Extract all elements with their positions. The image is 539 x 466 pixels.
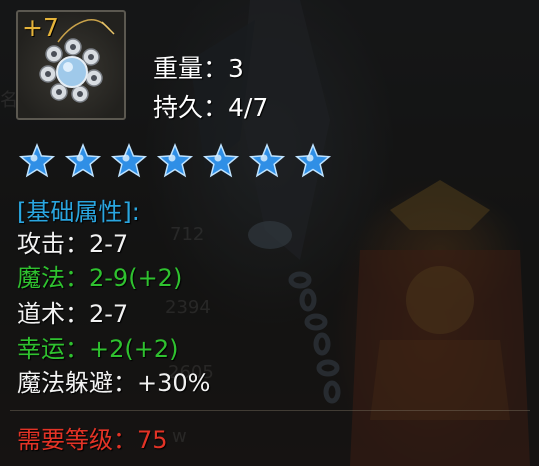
durability-line: 持久：4/7 [153, 91, 268, 125]
star-icon [110, 142, 148, 178]
requirement-value: 75 [137, 426, 168, 454]
attr-row-luck: 幸运：+2(+2) [17, 333, 178, 365]
attr-label: 魔法 [17, 264, 65, 292]
colon: ： [65, 300, 89, 328]
star-icon [248, 142, 286, 178]
durability-label: 持久 [153, 93, 204, 122]
attr-value: +30% [137, 369, 211, 397]
item-tooltip: +7 重量：3 持久：4/7 [基础属性]: 攻击：2-7 魔法：2-9(+2)… [0, 0, 539, 466]
colon: ： [203, 54, 229, 83]
durability-value: 4/7 [228, 93, 269, 122]
attr-row-attack: 攻击：2-7 [17, 228, 128, 260]
colon: ： [113, 426, 137, 454]
colon: ： [65, 335, 89, 363]
level-requirement: 需要等级：75 [17, 424, 168, 456]
star-icon [18, 142, 56, 178]
colon: ： [203, 93, 229, 122]
attributes-header: [基础属性]: [17, 198, 140, 226]
colon: ： [65, 264, 89, 292]
attr-row-magic-evasion: 魔法躲避：+30% [17, 367, 210, 399]
attr-label: 幸运 [17, 335, 65, 363]
attr-value: 2-7 [89, 300, 129, 328]
colon: ： [113, 369, 137, 397]
attr-value: +2(+2) [89, 335, 179, 363]
attr-row-taoism: 道术：2-7 [17, 298, 128, 330]
attr-label: 攻击 [17, 230, 65, 258]
divider [10, 410, 530, 411]
requirement-label: 需要等级 [17, 426, 113, 454]
weight-label: 重量 [153, 54, 204, 83]
attr-value: 2-7 [89, 230, 129, 258]
star-icon [294, 142, 332, 178]
star-icon [64, 142, 102, 178]
attr-label: 道术 [17, 300, 65, 328]
star-icon [202, 142, 240, 178]
weight-value: 3 [228, 54, 244, 83]
enhance-level: +7 [22, 13, 59, 42]
attr-row-magic: 魔法：2-9(+2) [17, 262, 182, 294]
attr-value: 2-9(+2) [89, 264, 183, 292]
weight-line: 重量：3 [153, 52, 244, 86]
star-icon [156, 142, 194, 178]
colon: ： [65, 230, 89, 258]
attr-label: 魔法躲避 [17, 369, 113, 397]
